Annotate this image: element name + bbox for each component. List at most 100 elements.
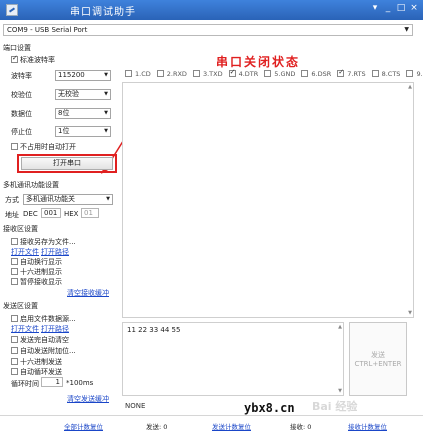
- close-icon[interactable]: ×: [408, 3, 420, 13]
- parity-value: 无校验: [58, 90, 79, 98]
- signal-1-cd-checkbox[interactable]: 1.CD: [125, 70, 154, 78]
- send-button-shortcut: CTRL+ENTER: [354, 360, 402, 368]
- clear-recv-buffer-link[interactable]: 清空接收缓冲: [67, 288, 109, 298]
- mode-select[interactable]: 多机通讯功能关 ▼: [23, 194, 113, 205]
- send-open-path-link[interactable]: 打开路径: [41, 324, 69, 334]
- signal-8-cts-checkbox[interactable]: 8.CTS: [371, 70, 404, 78]
- auto-loop-label: 自动循环发送: [20, 368, 62, 376]
- databits-label: 数据位: [11, 110, 32, 118]
- signal-label: 9.RI: [416, 70, 423, 78]
- reset-sent-count-link[interactable]: 发送计数复位: [212, 421, 251, 431]
- multi-device-label: 多机通讯功能设置: [3, 181, 59, 189]
- settings-panel: 端口设置 标准波特率 波特率 115200▼ 校验位 无校验▼ 数据位 8位▼ …: [3, 40, 126, 432]
- clear-after-send-checkbox[interactable]: 发送完自动清空: [11, 335, 69, 345]
- send-textarea[interactable]: 11 22 33 44 55 ▲ ▼: [122, 322, 344, 396]
- databits-select[interactable]: 8位 ▼: [55, 108, 111, 119]
- clear-after-send-label: 发送完自动清空: [20, 336, 69, 344]
- baud-select[interactable]: 115200 ▼: [55, 70, 111, 81]
- checkbox-icon: [11, 258, 18, 265]
- cycle-input[interactable]: 1: [41, 377, 63, 387]
- signal-2-rxd-checkbox[interactable]: 2.RXD: [156, 70, 190, 78]
- address-hex-input[interactable]: 01: [81, 208, 99, 218]
- hex-display-checkbox[interactable]: 十六进制显示: [11, 267, 62, 277]
- scroll-down-icon[interactable]: ▼: [338, 388, 342, 394]
- pause-display-label: 暂停接收显示: [20, 278, 62, 286]
- signal-label: 4.DTR: [238, 70, 259, 78]
- reset-recv-count-link[interactable]: 接收计数复位: [348, 421, 387, 431]
- open-port-button[interactable]: 打开串口: [21, 157, 113, 170]
- checkbox-icon: [406, 70, 414, 77]
- signal-3-txd-checkbox[interactable]: 3.TXD: [192, 70, 226, 78]
- recv-open-file-link[interactable]: 打开文件: [11, 247, 39, 257]
- checkbox-icon: [11, 54, 18, 63]
- signal-5-gnd-checkbox[interactable]: 5.GND: [264, 70, 298, 78]
- send-content: 11 22 33 44 55: [127, 326, 181, 334]
- recv-settings-label: 接收区设置: [3, 225, 38, 233]
- signal-7-rts-checkbox[interactable]: 7.RTS: [337, 68, 368, 78]
- status-bar: 全部计数复位 发送: 0 发送计数复位 接收: 0 接收计数复位: [0, 415, 423, 433]
- hex-send-checkbox[interactable]: 十六进制发送: [11, 357, 62, 367]
- pause-display-checkbox[interactable]: 暂停接收显示: [11, 277, 62, 287]
- send-button-label: 发送: [371, 351, 385, 359]
- send-open-file-link[interactable]: 打开文件: [11, 324, 39, 334]
- checkbox-icon: [11, 358, 18, 365]
- signal-4-dtr-checkbox[interactable]: 4.DTR: [228, 68, 262, 78]
- checkbox-icon: [125, 70, 132, 77]
- parity-select[interactable]: 无校验 ▼: [55, 89, 111, 100]
- checkbox-icon: [337, 68, 345, 77]
- checkbox-icon: [11, 278, 18, 285]
- parity-label: 校验位: [11, 91, 32, 99]
- scroll-up-icon[interactable]: ▲: [338, 324, 342, 330]
- cycle-label: 循环时间: [11, 380, 39, 388]
- auto-append-label: 自动发送附加位...: [20, 347, 76, 355]
- scroll-down-icon[interactable]: ▼: [408, 310, 412, 316]
- address-dec-input[interactable]: 001: [41, 208, 61, 218]
- receive-area[interactable]: ▲ ▼: [122, 82, 414, 318]
- minimize-icon[interactable]: _: [382, 3, 394, 13]
- watermark: ybx8.cn: [244, 401, 295, 415]
- enable-file-data-checkbox[interactable]: 启用文件数据源...: [11, 314, 76, 324]
- checkbox-icon: [11, 238, 18, 245]
- chevron-down-icon: ▼: [104, 128, 108, 134]
- scroll-up-icon[interactable]: ▲: [408, 84, 412, 90]
- auto-append-checkbox[interactable]: 自动发送附加位...: [11, 346, 76, 356]
- chevron-down-icon: ▼: [104, 91, 108, 97]
- auto-loop-checkbox[interactable]: 自动循环发送: [11, 367, 62, 377]
- signal-label: 7.RTS: [347, 70, 366, 78]
- port-select-value: COM9 - USB Serial Port: [7, 26, 88, 34]
- checkbox-icon: [156, 70, 164, 77]
- title-bar: 串口调试助手 ▾ _ □ ×: [0, 0, 423, 20]
- signal-label: 3.TXD: [202, 70, 223, 78]
- enable-file-data-label: 启用文件数据源...: [20, 315, 76, 323]
- checkbox-icon: [11, 336, 18, 343]
- checkbox-icon: [264, 70, 272, 77]
- address-label: 地址: [5, 211, 19, 219]
- mode-value: 多机通讯功能关: [26, 195, 75, 203]
- baud-value: 115200: [58, 71, 85, 79]
- menu-dropdown-icon[interactable]: ▾: [369, 3, 381, 13]
- port-select[interactable]: COM9 - USB Serial Port ▼: [3, 24, 413, 36]
- reset-all-counts-link[interactable]: 全部计数复位: [64, 421, 103, 431]
- auto-newline-checkbox[interactable]: 自动换行显示: [11, 257, 62, 267]
- checkbox-icon: [228, 68, 236, 77]
- standard-baud-checkbox[interactable]: 标准波特率: [11, 54, 55, 65]
- recv-count: 接收: 0: [290, 423, 312, 431]
- signal-6-dsr-checkbox[interactable]: 6.DSR: [301, 70, 334, 78]
- clear-send-buffer-link[interactable]: 清空发送缓冲: [67, 394, 109, 404]
- recv-open-path-link[interactable]: 打开路径: [41, 247, 69, 257]
- maximize-icon[interactable]: □: [395, 3, 407, 13]
- signal-label: 5.GND: [274, 70, 296, 78]
- checkbox-icon: [11, 143, 18, 150]
- baud-label: 波特率: [11, 72, 32, 80]
- checkbox-icon: [11, 315, 18, 322]
- mode-label: 方式: [5, 196, 19, 204]
- send-button[interactable]: 发送 CTRL+ENTER: [349, 322, 407, 396]
- hex-display-label: 十六进制显示: [20, 268, 62, 276]
- chevron-down-icon: ▼: [404, 26, 409, 33]
- auto-open-checkbox[interactable]: 不占用时自动打开: [11, 142, 76, 152]
- checkbox-icon: [192, 70, 200, 77]
- save-to-file-checkbox[interactable]: 接收另存为文件...: [11, 237, 76, 247]
- checkbox-icon: [301, 70, 309, 77]
- signal-9-ri-checkbox[interactable]: 9.RI: [406, 70, 423, 78]
- app-icon: [6, 4, 18, 16]
